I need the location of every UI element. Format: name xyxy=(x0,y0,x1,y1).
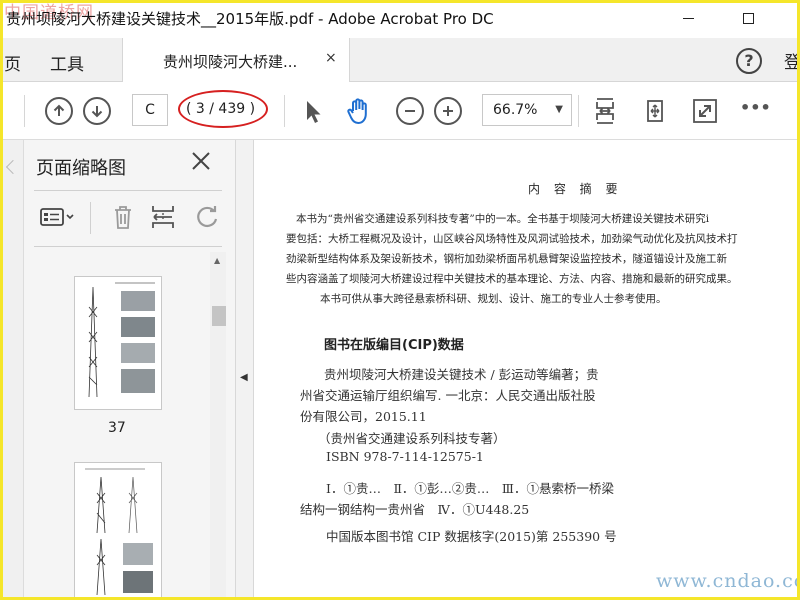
title-bar: 中国道桥网 贵州坝陵河大桥建设关键技术__2015年版.pdf - Adobe … xyxy=(0,0,800,38)
left-rail xyxy=(0,140,24,600)
thumbnail-list: 37 xyxy=(24,252,236,600)
cip-line: 贵州坝陵河大桥建设关键技术 / 彭运动等编著；贵 xyxy=(324,367,599,382)
fit-page-icon xyxy=(647,100,663,122)
maximize-button[interactable] xyxy=(728,4,768,32)
summary-line: 本书可供从事大跨径悬索桥科研、规划、设计、施工的专业人士参考使用。 xyxy=(320,293,667,305)
toolbar-divider xyxy=(24,95,25,127)
scrollbar-thumb[interactable] xyxy=(212,306,226,326)
collapse-panel-bar[interactable]: ◀ xyxy=(236,140,254,600)
thumbnail-image xyxy=(88,282,155,398)
summary-heading: 内 容 摘 要 xyxy=(528,182,623,196)
expand-icon xyxy=(693,99,717,123)
chevron-down-icon: ▼ xyxy=(555,104,563,115)
cursor-arrow-icon xyxy=(307,101,321,123)
close-icon xyxy=(192,152,210,170)
close-tab-icon[interactable]: × xyxy=(325,50,337,66)
minimize-icon xyxy=(682,17,694,19)
thumbnail-image xyxy=(85,468,153,596)
panel-divider xyxy=(34,246,222,247)
summary-line: 本书为“贵州省交通建设系列科技专著”中的一本。全书基于坝陵河大桥建设关键技术研究… xyxy=(296,213,710,225)
options-menu-icon xyxy=(40,208,74,226)
more-tools-icon[interactable]: ••• xyxy=(740,98,771,128)
insert-pages-icon xyxy=(152,206,174,228)
tool-divider xyxy=(90,202,91,234)
rotate-page-button[interactable] xyxy=(192,202,222,232)
tab-document[interactable]: 贵州坝陵河大桥建... × xyxy=(122,38,350,82)
document-page: 内 容 摘 要 本书为“贵州省交通建设系列科技专著”中的一本。全书基于坝陵河大桥… xyxy=(254,140,800,600)
panel-title: 页面缩略图 xyxy=(36,158,126,179)
minimize-button[interactable] xyxy=(668,4,708,32)
cip-heading: 图书在版编目(CIP)数据 xyxy=(324,338,464,353)
thumbnail-scrollbar[interactable]: ▲ xyxy=(210,252,226,600)
cip-line: 结构一钢结构一贵州省 Ⅳ．①U448.25 xyxy=(300,502,530,517)
trash-icon xyxy=(115,206,131,229)
close-panel-icon[interactable] xyxy=(190,150,212,178)
page-thumbnail[interactable] xyxy=(74,462,162,600)
cip-line: 中国版本图书馆 CIP 数据核字(2015)第 255390 号 xyxy=(326,529,617,544)
insert-page-button[interactable] xyxy=(148,202,178,232)
rotate-icon xyxy=(197,206,218,228)
fit-width-button[interactable] xyxy=(590,96,620,126)
plus-icon xyxy=(443,106,453,116)
scroll-up-icon[interactable]: ▲ xyxy=(214,256,220,265)
cip-line: （贵州省交通建设系列科技专著） xyxy=(318,431,506,446)
toolbar: C ( 3 / 439 ) 66.7% ▼ ••• xyxy=(0,82,800,140)
hand-icon xyxy=(347,98,367,124)
toolbar-divider xyxy=(578,95,579,127)
rotate-view-button[interactable] xyxy=(640,96,670,126)
arrow-up-icon xyxy=(53,104,65,116)
sign-in-button[interactable]: 登 xyxy=(784,48,800,73)
zoom-in-button[interactable] xyxy=(434,97,462,125)
tab-document-label: 贵州坝陵河大桥建... xyxy=(163,53,298,71)
cip-line: 州省交通运输厅组织编写. 一北京：人民交通出版社股 xyxy=(300,388,596,403)
select-tool-button[interactable] xyxy=(298,96,328,126)
arrow-down-icon xyxy=(91,106,103,118)
collapse-arrow-icon: ◀ xyxy=(240,372,248,383)
tab-bar: 页 工具 贵州坝陵河大桥建... × ? 登 xyxy=(0,38,800,82)
thumbnail-options-button[interactable] xyxy=(38,202,78,232)
tab-home[interactable]: 页 xyxy=(4,50,21,75)
previous-page-button[interactable] xyxy=(45,97,73,125)
hand-tool-button[interactable] xyxy=(344,96,374,126)
toolbar-divider xyxy=(284,95,285,127)
zoom-level-select[interactable]: 66.7% ▼ xyxy=(482,94,572,126)
summary-line: 劲梁新型结构体系及架设新技术，钢桁加劲梁桥面吊机悬臂架设监控技术，隧道锚设计及施… xyxy=(286,253,727,265)
red-annotation-circle xyxy=(178,90,268,128)
help-icon[interactable]: ? xyxy=(736,48,762,74)
zoom-out-button[interactable] xyxy=(396,97,424,125)
full-screen-button[interactable] xyxy=(690,96,720,126)
thumbnail-page-number: 37 xyxy=(108,420,126,436)
fit-page-width-icon xyxy=(596,98,614,124)
summary-line: 要包括：大桥工程概况及设计，山区峡谷风场特性及风洞试验技术，加劲梁气动优化及抗风… xyxy=(286,233,738,245)
minus-icon xyxy=(405,110,415,112)
delete-page-button[interactable] xyxy=(108,202,138,232)
page-number-input[interactable]: C xyxy=(132,94,168,126)
page-thumbnails-panel: 页面缩略图 37 ▲ xyxy=(24,140,236,600)
watermark-bottom: www.cndao.com xyxy=(656,570,800,592)
maximize-icon xyxy=(742,12,754,24)
page-thumbnail[interactable] xyxy=(74,276,162,410)
cip-line: ISBN 978-7-114-12575-1 xyxy=(326,449,484,464)
zoom-level-value: 66.7% xyxy=(493,102,538,118)
summary-line: 些内容涵盖了坝陵河大桥建设过程中关键技术的基本理论、方法、内容、措施和最新的研究… xyxy=(286,273,738,285)
tab-tools[interactable]: 工具 xyxy=(50,50,84,75)
window-title: 贵州坝陵河大桥建设关键技术__2015年版.pdf - Adobe Acroba… xyxy=(6,10,494,28)
cip-line: 份有限公司，2015.11 xyxy=(300,409,427,424)
panel-divider xyxy=(34,190,222,191)
cip-line: Ⅰ．①贵… Ⅱ．①彭…②贵… Ⅲ．①悬索桥一桥梁 xyxy=(326,481,614,496)
next-page-button[interactable] xyxy=(83,97,111,125)
rail-notch xyxy=(5,159,21,175)
